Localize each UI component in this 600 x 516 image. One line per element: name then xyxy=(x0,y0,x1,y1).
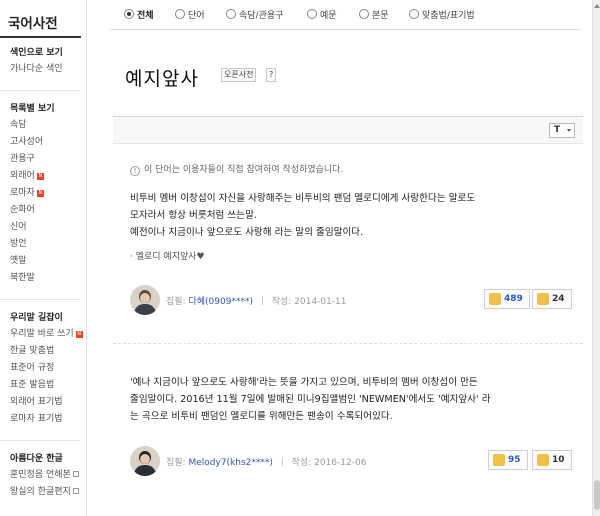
sidebar-category-item[interactable]: 고사성어 xyxy=(10,134,86,151)
sidebar-item-label: 외래어 xyxy=(10,171,35,181)
page-title: 예지앞사 xyxy=(125,68,199,90)
scroll-up-arrow-icon[interactable] xyxy=(594,4,600,8)
sidebar-item-label: 옛말 xyxy=(10,256,27,266)
sidebar-item-label: 북한말 xyxy=(10,273,35,283)
sidebar-category-item[interactable]: 관용구 xyxy=(10,151,86,168)
open-dictionary-badge[interactable]: 오픈사전 xyxy=(221,68,257,82)
sidebar-category-item[interactable]: 순화어 xyxy=(10,202,86,219)
sidebar-index-section: 색인으로 보기 가나다순 색인 xyxy=(0,38,86,84)
entry-date: 2016-12-06 xyxy=(314,458,367,468)
new-badge-icon: N xyxy=(36,173,44,180)
sidebar-item-label: 고사성어 xyxy=(10,137,44,147)
filter-word[interactable]: 단어 xyxy=(175,8,205,21)
sidebar-guide-heading[interactable]: 우리말 길잡이 xyxy=(10,310,86,323)
sidebar-category-item[interactable]: 신어 xyxy=(10,219,86,236)
sidebar-item-alphabetical-index[interactable]: 가나다순 색인 xyxy=(10,61,86,78)
sidebar-item-label: 방언 xyxy=(10,239,27,249)
sidebar-category-item[interactable]: 로마자 N xyxy=(10,185,86,202)
entry-meta: 집필: 다혜(0909****) 작성: 2014-01-11 xyxy=(166,296,347,307)
avatar[interactable] xyxy=(130,446,160,476)
sidebar-hangul-heading[interactable]: 아름다운 한글 xyxy=(10,451,86,464)
sidebar-item-label: 표준 발음법 xyxy=(10,380,55,390)
radio-icon xyxy=(359,9,369,19)
font-size-button[interactable]: T xyxy=(549,123,575,138)
new-badge-icon: N xyxy=(75,331,83,338)
sidebar-category-item[interactable]: 옛말 xyxy=(10,253,86,270)
sidebar-category-heading[interactable]: 목록별 보기 xyxy=(10,101,86,114)
filter-example[interactable]: 예문 xyxy=(307,8,337,21)
sidebar-item-label: 훈민정음 언해본 xyxy=(10,470,71,480)
sidebar-item-label: 신어 xyxy=(10,222,27,232)
new-badge-icon: N xyxy=(36,190,44,197)
sidebar-guide-item[interactable]: 로마자 표기법 xyxy=(10,411,86,428)
downvote-button[interactable]: 24 xyxy=(532,289,572,309)
filter-body[interactable]: 본문 xyxy=(359,8,389,21)
sidebar-item-label: 왕실의 한글편지 xyxy=(10,487,71,497)
upvote-button[interactable]: 489 xyxy=(484,289,530,309)
sidebar-item-label: 순화어 xyxy=(10,205,35,215)
sidebar-category-item[interactable]: 방언 xyxy=(10,236,86,253)
thumbs-up-icon xyxy=(493,454,505,466)
info-icon: ! xyxy=(130,166,140,176)
sidebar-hangul-section: 아름다운 한글 훈민정음 언해본 왕실의 한글편지 xyxy=(0,441,86,507)
sidebar-category-item[interactable]: 북한말 xyxy=(10,270,86,287)
upvote-button[interactable]: 95 xyxy=(488,450,528,470)
sidebar-item-label: 로마자 표기법 xyxy=(10,414,63,424)
sidebar-guide-item[interactable]: 우리말 바로 쓰기 N xyxy=(10,326,86,343)
avatar[interactable] xyxy=(130,285,160,315)
example-sentence: · 멜로디 예지앞사♥ xyxy=(130,252,205,262)
sidebar-item-royal-letters[interactable]: 왕실의 한글편지 xyxy=(10,484,86,501)
sidebar-category-section: 목록별 보기 속담 고사성어 관용구 외래어 N 로마자 N 순화어 신어 방언 옛말 북한말 xyxy=(0,91,86,293)
sidebar-guide-item[interactable]: 외래어 표기법 xyxy=(10,394,86,411)
divider xyxy=(261,296,263,305)
sidebar-brand[interactable]: 국어사전 xyxy=(0,0,81,38)
external-link-icon xyxy=(72,471,79,477)
sidebar-item-index-view[interactable]: 색인으로 보기 xyxy=(10,45,86,58)
sidebar-item-label: 속담 xyxy=(10,120,27,130)
sidebar: 국어사전 색인으로 보기 가나다순 색인 목록별 보기 속담고사성어관용구외래어… xyxy=(0,0,87,516)
sidebar-guide-item[interactable]: 표준 발음법 xyxy=(10,377,86,394)
sidebar-item-label: 표준어 규정 xyxy=(10,363,55,373)
sidebar-category-item[interactable]: 외래어 N xyxy=(10,168,86,185)
thumbs-down-icon xyxy=(537,293,549,305)
sidebar-item-label: 로마자 xyxy=(10,188,35,198)
entry-meta: 집필: Melody7(khs2****) 작성: 2016-12-06 xyxy=(166,457,367,468)
search-filter-bar: 전체 단어 속담/관용구 예문 본문 맞춤법/표기법 xyxy=(110,0,580,30)
thumbs-down-icon xyxy=(537,454,549,466)
radio-selected-icon xyxy=(124,9,134,19)
filter-all[interactable]: 전체 xyxy=(124,8,154,21)
sidebar-item-hunminjeongeum[interactable]: 훈민정음 언해본 xyxy=(10,467,86,484)
scrollbar[interactable] xyxy=(592,0,600,516)
sidebar-guide-item[interactable]: 한글 맞춤법 xyxy=(10,343,86,360)
definition-text: 비투비 멤버 이창섭이 자신을 사랑해주는 비투비의 팬덤 멜로디에게 사랑한다… xyxy=(130,193,476,238)
divider xyxy=(281,457,283,466)
downvote-button[interactable]: 10 xyxy=(532,450,572,470)
sidebar-guide-item[interactable]: 표준어 규정 xyxy=(10,360,86,377)
radio-icon xyxy=(307,9,317,19)
external-link-icon xyxy=(72,488,79,494)
sidebar-category-item[interactable]: 속담 xyxy=(10,117,86,134)
chevron-down-icon xyxy=(567,129,571,132)
scroll-thumb[interactable] xyxy=(594,480,600,510)
entry-divider xyxy=(113,343,583,344)
definition-text: '예나 지금이나 앞으로도 사랑해'라는 뜻을 가지고 있으며, 비투비의 멤버… xyxy=(130,377,491,422)
sidebar-item-label: 우리말 바로 쓰기 xyxy=(10,329,74,339)
thumbs-up-icon xyxy=(489,293,501,305)
radio-icon xyxy=(226,9,236,19)
sidebar-guide-section: 우리말 길잡이 우리말 바로 쓰기 N 한글 맞춤법표준어 규정표준 발음법외래어 … xyxy=(0,300,86,434)
help-button[interactable]: ? xyxy=(266,68,277,82)
sidebar-item-label: 외래어 표기법 xyxy=(10,397,63,407)
sidebar-item-label: 관용구 xyxy=(10,154,35,164)
filter-proverb-idiom[interactable]: 속담/관용구 xyxy=(226,8,283,21)
author-link[interactable]: Melody7(khs2****) xyxy=(188,458,272,468)
sidebar-item-label: 한글 맞춤법 xyxy=(10,346,55,356)
content-toolbar: T xyxy=(113,116,583,144)
radio-icon xyxy=(175,9,185,19)
user-contribution-notice: ! 이 단어는 이용자들이 직접 참여하여 작성하였습니다. xyxy=(130,162,343,176)
author-link[interactable]: 다혜(0909****) xyxy=(188,297,253,307)
radio-icon xyxy=(409,9,419,19)
entry-date: 2014-01-11 xyxy=(294,297,347,307)
filter-spelling[interactable]: 맞춤법/표기법 xyxy=(409,8,475,21)
